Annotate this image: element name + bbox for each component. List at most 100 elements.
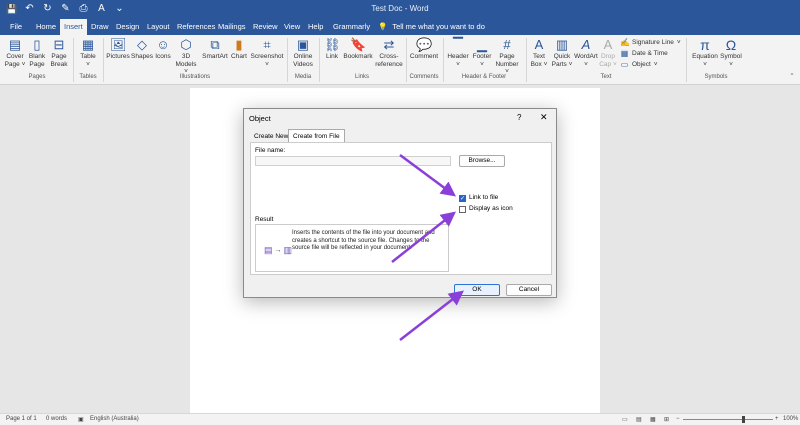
page-number-icon: # — [503, 37, 511, 52]
chevron-down-icon: ˅ — [676, 39, 681, 46]
create-from-file-panel: File name: Browse... ✓ Link to file Disp… — [250, 142, 552, 275]
file-icon: ▥ — [283, 245, 293, 255]
group-divider — [686, 38, 687, 82]
blank-page-button[interactable]: ▯ Blank Page — [27, 38, 47, 68]
group-label-pages: Pages — [28, 74, 46, 80]
tab-mailings[interactable]: Mailings — [215, 21, 249, 33]
checkmark-icon: ✓ — [460, 196, 466, 202]
chevron-down-icon: ˅ — [653, 61, 658, 68]
quick-parts-button[interactable]: ▥ Quick Parts ˅ — [551, 38, 573, 68]
tab-help[interactable]: Help — [305, 21, 326, 33]
cross-reference-button[interactable]: ⇄ Cross-reference — [374, 38, 404, 68]
language[interactable]: English (Australia) — [90, 416, 139, 422]
zoom-slider-thumb[interactable] — [742, 416, 745, 423]
footer-button[interactable]: ▁ Footer ˅ — [471, 38, 493, 68]
chart-button[interactable]: ▮ Chart — [230, 38, 248, 61]
tab-home[interactable]: Home — [33, 21, 59, 33]
link-to-file-checkbox[interactable]: ✓ — [459, 195, 466, 202]
zoom-slider[interactable] — [683, 419, 773, 420]
signature-icon: ✍ — [620, 38, 630, 47]
zoom-level[interactable]: 100% — [783, 416, 798, 422]
tab-review[interactable]: Review — [250, 21, 281, 33]
result-description: Inserts the contents of the file into yo… — [292, 230, 435, 251]
tab-view[interactable]: View — [281, 21, 303, 33]
object-icon: ▭ — [620, 60, 629, 69]
group-label-text: Text — [600, 74, 612, 80]
tab-insert[interactable]: Insert — [60, 19, 87, 35]
table-icon: ▦ — [81, 37, 95, 52]
object-button[interactable]: ▭ Object ˅ — [620, 60, 658, 69]
page-number-button[interactable]: # Page Number ˅ — [494, 38, 520, 76]
smartart-button[interactable]: ⧉ SmartArt — [201, 38, 229, 61]
link-button[interactable]: ⛓ Link — [322, 38, 342, 61]
print-layout-icon[interactable]: ▦ — [650, 416, 656, 423]
group-label-header-footer: Header & Footer — [461, 74, 507, 80]
online-videos-button[interactable]: ▣ Online Videos — [290, 38, 316, 68]
drop-cap-button[interactable]: A Drop Cap ˅ — [599, 38, 617, 68]
help-icon[interactable]: ? — [517, 113, 521, 122]
signature-line-label: Signature Line — [632, 39, 674, 46]
wordart-button[interactable]: A WordArt ˅ — [574, 38, 598, 68]
tab-design[interactable]: Design — [113, 21, 142, 33]
page-break-button[interactable]: ⊟ Page Break — [48, 38, 70, 68]
text-box-button[interactable]: A Text Box ˅ — [529, 38, 549, 68]
bookmark-button[interactable]: 🔖 Bookmark — [343, 38, 373, 61]
object-dialog: Object ? ✕ Create New Create from File F… — [243, 108, 557, 298]
read-mode-icon[interactable]: ▤ — [636, 416, 642, 423]
date-time-button[interactable]: ▦ Date & Time — [620, 49, 668, 58]
text-box-icon: A — [534, 37, 544, 52]
tell-me-search[interactable]: 💡 Tell me what you want to do — [378, 21, 485, 33]
comment-button[interactable]: 💬 Comment — [408, 38, 440, 61]
group-label-tables: Tables — [79, 74, 97, 80]
result-box: ▤ → ▥ Inserts the contents of the file i… — [255, 224, 449, 272]
file-name-input[interactable] — [255, 156, 451, 166]
video-icon: ▣ — [296, 37, 310, 52]
tab-draw[interactable]: Draw — [88, 21, 112, 33]
header-icon: ▔ — [453, 37, 463, 52]
pictures-button[interactable]: 🖼 Pictures — [106, 38, 130, 61]
3d-models-button[interactable]: ⬡ 3D Models ˅ — [174, 38, 198, 76]
cover-page-button[interactable]: ▤ Cover Page ˅ — [4, 38, 26, 68]
tab-references[interactable]: References — [174, 21, 218, 33]
footer-icon: ▁ — [477, 37, 487, 52]
collapse-ribbon-icon[interactable]: ⌃ — [788, 73, 796, 81]
word-count[interactable]: 0 words — [46, 416, 67, 422]
ribbon-tabs: File Home Insert Draw Design Layout Refe… — [0, 18, 800, 35]
web-layout-icon[interactable]: ⊞ — [664, 416, 669, 423]
symbol-button[interactable]: Ω Symbol ˅ — [718, 38, 744, 68]
ok-button[interactable]: OK — [454, 284, 500, 296]
table-button[interactable]: ▦ Table ˅ — [77, 38, 99, 68]
cross-reference-icon: ⇄ — [383, 37, 395, 52]
wordart-icon: A — [581, 37, 591, 52]
group-divider — [73, 38, 74, 82]
drop-cap-icon: A — [603, 37, 613, 52]
link-object-icon: ▤ → ▥ — [264, 245, 292, 256]
omega-icon: Ω — [725, 37, 737, 53]
display-as-icon-checkbox[interactable] — [459, 206, 466, 213]
tab-layout[interactable]: Layout — [144, 21, 173, 33]
cancel-button[interactable]: Cancel — [506, 284, 552, 296]
equation-button[interactable]: π Equation ˅ — [690, 38, 720, 68]
screenshot-button[interactable]: ⌗ Screenshot ˅ — [250, 38, 284, 68]
zoom-in-icon[interactable]: + — [775, 416, 779, 422]
proofing-icon[interactable]: ▣ — [78, 416, 84, 423]
icons-button[interactable]: ☺ Icons — [154, 38, 172, 61]
page-count[interactable]: Page 1 of 1 — [6, 416, 37, 422]
quick-parts-icon: ▥ — [555, 37, 569, 52]
header-button[interactable]: ▔ Header ˅ — [446, 38, 470, 68]
browse-button[interactable]: Browse... — [459, 155, 505, 167]
close-icon[interactable]: ✕ — [540, 112, 548, 123]
signature-line-button[interactable]: ✍ Signature Line ˅ — [620, 38, 681, 47]
focus-icon[interactable]: ▭ — [622, 416, 628, 423]
group-divider — [526, 38, 527, 82]
zoom-out-icon[interactable]: − — [676, 416, 680, 422]
tab-grammarly[interactable]: Grammarly — [330, 21, 373, 33]
tab-create-from-file[interactable]: Create from File — [288, 129, 345, 143]
tab-file[interactable]: File — [7, 21, 25, 33]
calendar-icon: ▦ — [620, 49, 629, 58]
document-title: Test Doc - Word — [371, 4, 429, 13]
object-label: Object — [632, 61, 651, 68]
tell-me-label: Tell me what you want to do — [392, 22, 485, 31]
shapes-button[interactable]: ◇ Shapes — [131, 38, 153, 61]
smartart-icon: ⧉ — [210, 37, 220, 52]
